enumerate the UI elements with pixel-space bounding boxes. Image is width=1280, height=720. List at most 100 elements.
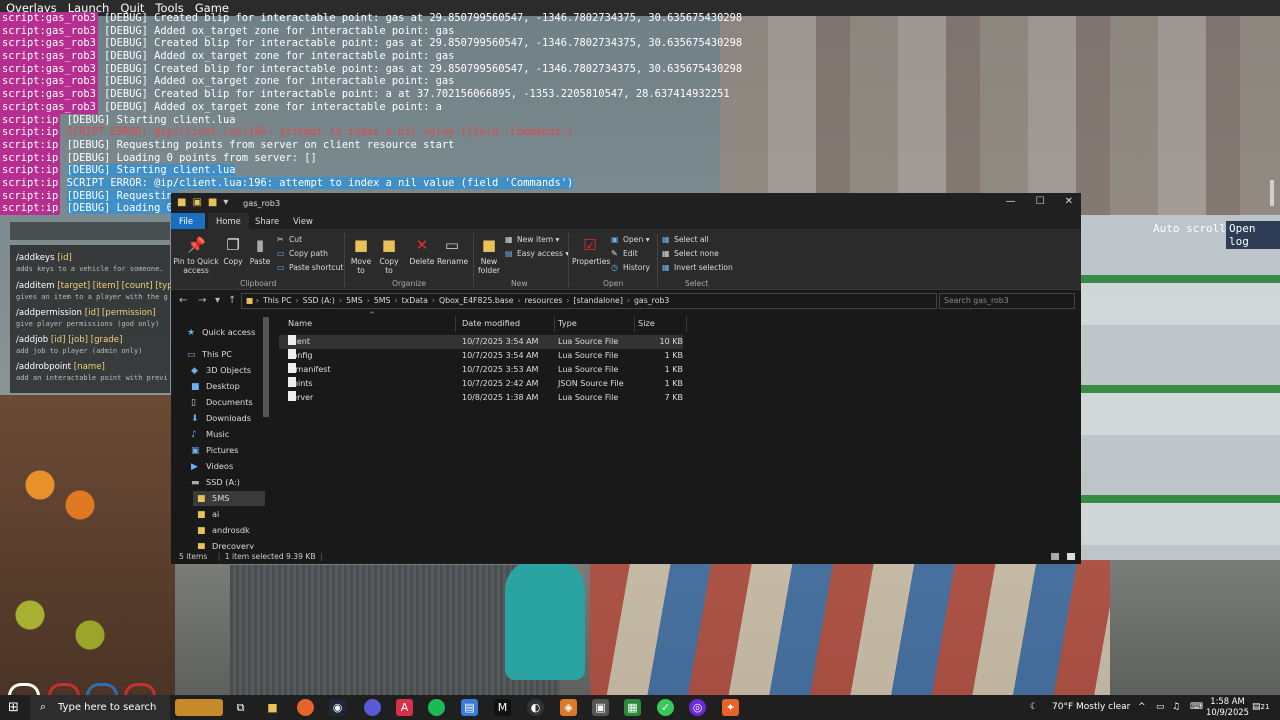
large-icons-view-button[interactable] — [1067, 553, 1075, 560]
console-scrollbar[interactable] — [1270, 180, 1274, 206]
search-input[interactable]: Search gas_rob3 — [939, 293, 1075, 309]
breadcrumb-separator[interactable]: › — [627, 296, 630, 305]
breadcrumb-item[interactable]: Qbox_E4F825.base — [439, 296, 513, 305]
column-separator[interactable] — [634, 316, 635, 332]
breadcrumb-separator[interactable]: › — [394, 296, 397, 305]
column-separator[interactable] — [686, 316, 687, 332]
suggestion-command[interactable]: /additem [target] [item] [count] [type] — [16, 281, 181, 291]
chevron-down-icon[interactable]: ▾ — [223, 197, 228, 208]
nav-5ms[interactable]: ■ 5MS — [193, 491, 265, 506]
select-all-button[interactable]: ▦ Select all — [662, 235, 709, 244]
copy-path-button[interactable]: ▭ Copy path — [277, 249, 328, 258]
breadcrumb-item[interactable]: SSD (A:) — [303, 296, 335, 305]
file-row[interactable]: config 10/7/2025 3:54 AM Lua Source File 1 … — [279, 349, 683, 363]
breadcrumb-item[interactable]: gas_rob3 — [634, 296, 669, 305]
column-size[interactable]: Size — [638, 318, 655, 328]
paste-button[interactable]: ▮ Paste — [248, 235, 272, 266]
properties-icon[interactable]: ▣ — [192, 197, 201, 208]
back-arrow-icon[interactable]: ← — [179, 295, 187, 306]
app-icon[interactable]: ◐ — [527, 699, 544, 716]
nav-documents[interactable]: ▯ Documents — [191, 397, 253, 408]
network-icon[interactable]: ▭ — [1156, 695, 1165, 720]
windows-start-icon[interactable]: ⊞ — [8, 700, 19, 715]
up-arrow-icon[interactable]: ↑ — [228, 295, 236, 306]
adobe-icon[interactable]: A — [396, 699, 413, 716]
file-row[interactable]: server 10/8/2025 1:38 AM Lua Source File 7 … — [279, 391, 683, 405]
breadcrumb-item[interactable]: txData — [402, 296, 428, 305]
new-folder-button[interactable]: ■ New folder — [476, 235, 502, 275]
edit-button[interactable]: ✎ Edit — [611, 249, 638, 258]
file-row[interactable]: fxmanifest 10/7/2025 3:53 AM Lua Source Fi… — [279, 363, 683, 377]
file-explorer-taskbar-icon[interactable]: ■ — [264, 699, 281, 716]
nav-this-pc[interactable]: ▭ This PC — [187, 349, 232, 360]
breadcrumb-separator[interactable]: › — [367, 296, 370, 305]
column-name[interactable]: Name — [288, 318, 312, 328]
spotify-icon[interactable] — [428, 699, 445, 716]
open-log-button[interactable]: Open log — [1226, 221, 1280, 249]
copy-to-button[interactable]: ■ Copy to — [376, 235, 402, 275]
nav-videos[interactable]: ▶ Videos — [191, 461, 233, 472]
tab-view[interactable]: View — [285, 213, 321, 229]
app-icon[interactable]: ▤ — [461, 699, 478, 716]
breadcrumb-item[interactable]: 5MS — [374, 296, 391, 305]
breadcrumb-separator[interactable]: › — [517, 296, 520, 305]
title-bar[interactable]: ■ ▣ ■ ▾ gas_rob3 — ☐ ✕ — [171, 193, 1081, 213]
suggestion-command[interactable]: /addpermission [id] [permission] — [16, 308, 156, 318]
invert-selection-button[interactable]: ▦ Invert selection — [662, 263, 733, 272]
properties-button[interactable]: ☑ Properties — [572, 235, 610, 266]
system-clock[interactable]: 1:58 AM 10/9/2025 — [1206, 696, 1249, 718]
nav-scrollbar[interactable] — [263, 317, 269, 417]
app-icon[interactable]: ◎ — [689, 699, 706, 716]
open-button[interactable]: ▣ Open ▾ — [611, 235, 650, 244]
paste-shortcut-button[interactable]: ▭ Paste shortcut — [277, 263, 343, 272]
suggestion-command[interactable]: /addjob [id] [job] [grade] — [16, 335, 122, 345]
nav-quick-access[interactable]: ★ Quick access — [187, 327, 255, 338]
column-type[interactable]: Type — [558, 318, 577, 328]
easy-access-button[interactable]: ▤ Easy access ▾ — [505, 249, 569, 258]
breadcrumb-separator[interactable]: › — [432, 296, 435, 305]
nav-ssd[interactable]: ▬ SSD (A:) — [191, 477, 240, 488]
cut-button[interactable]: ✂ Cut — [277, 235, 302, 244]
new-folder-icon[interactable]: ■ — [208, 197, 217, 208]
chat-input[interactable] — [10, 222, 170, 240]
breadcrumb-separator[interactable]: › — [296, 296, 299, 305]
language-icon[interactable]: ⌨ — [1190, 695, 1203, 720]
nav-drecovery[interactable]: ■ Drecovery — [197, 541, 254, 549]
suggestion-command[interactable]: /addrobpoint [name] — [16, 362, 105, 372]
column-separator[interactable] — [554, 316, 555, 332]
maximize-button[interactable]: ☐ — [1036, 196, 1045, 207]
chevron-up-icon[interactable]: ^ — [1138, 695, 1146, 720]
history-button[interactable]: ◷ History — [611, 263, 650, 272]
firefox-icon[interactable] — [297, 699, 314, 716]
recent-locations-icon[interactable]: ▾ — [215, 295, 220, 306]
details-view-button[interactable] — [1051, 553, 1059, 560]
copy-button[interactable]: ❐ Copy — [221, 235, 245, 266]
pin-quick-access-button[interactable]: 📌 Pin to Quick access — [173, 235, 219, 275]
auto-scroll-toggle[interactable]: Auto scroll — [1153, 222, 1226, 235]
suggestion-command[interactable]: /addkeys [id] — [16, 253, 72, 263]
app-icon[interactable]: M — [494, 699, 511, 716]
breadcrumb-item[interactable]: This PC — [263, 296, 292, 305]
volume-icon[interactable]: ♫ — [1172, 695, 1180, 720]
forward-arrow-icon[interactable]: → — [198, 295, 206, 306]
delete-button[interactable]: ✕ Delete — [409, 235, 435, 266]
nav-downloads[interactable]: ⬇ Downloads — [191, 413, 251, 424]
app-icon[interactable]: ▦ — [624, 699, 641, 716]
close-button[interactable]: ✕ — [1065, 196, 1073, 207]
new-item-button[interactable]: ▦ New item ▾ — [505, 235, 559, 244]
app-icon[interactable]: ✦ — [722, 699, 739, 716]
minimize-button[interactable]: — — [1006, 196, 1016, 207]
taskbar-search[interactable]: ⌕ Type here to search — [30, 695, 170, 720]
nav-music[interactable]: ♪ Music — [191, 429, 229, 440]
app-group-icon[interactable] — [175, 699, 223, 716]
move-to-button[interactable]: ■ Move to — [348, 235, 374, 275]
nav-androsdk[interactable]: ■ androsdk — [197, 525, 250, 536]
app-icon[interactable]: ▣ — [592, 699, 609, 716]
nav-ai[interactable]: ■ ai — [197, 509, 219, 520]
nav-3d-objects[interactable]: ◆ 3D Objects — [191, 365, 251, 376]
tab-file[interactable]: File — [171, 213, 205, 229]
breadcrumb-item[interactable]: resources — [525, 296, 563, 305]
breadcrumb-item[interactable]: 5MS — [346, 296, 363, 305]
console-output[interactable]: script:gas_rob3 [DEBUG] Created blip for… — [0, 12, 742, 216]
column-separator[interactable] — [455, 316, 456, 332]
